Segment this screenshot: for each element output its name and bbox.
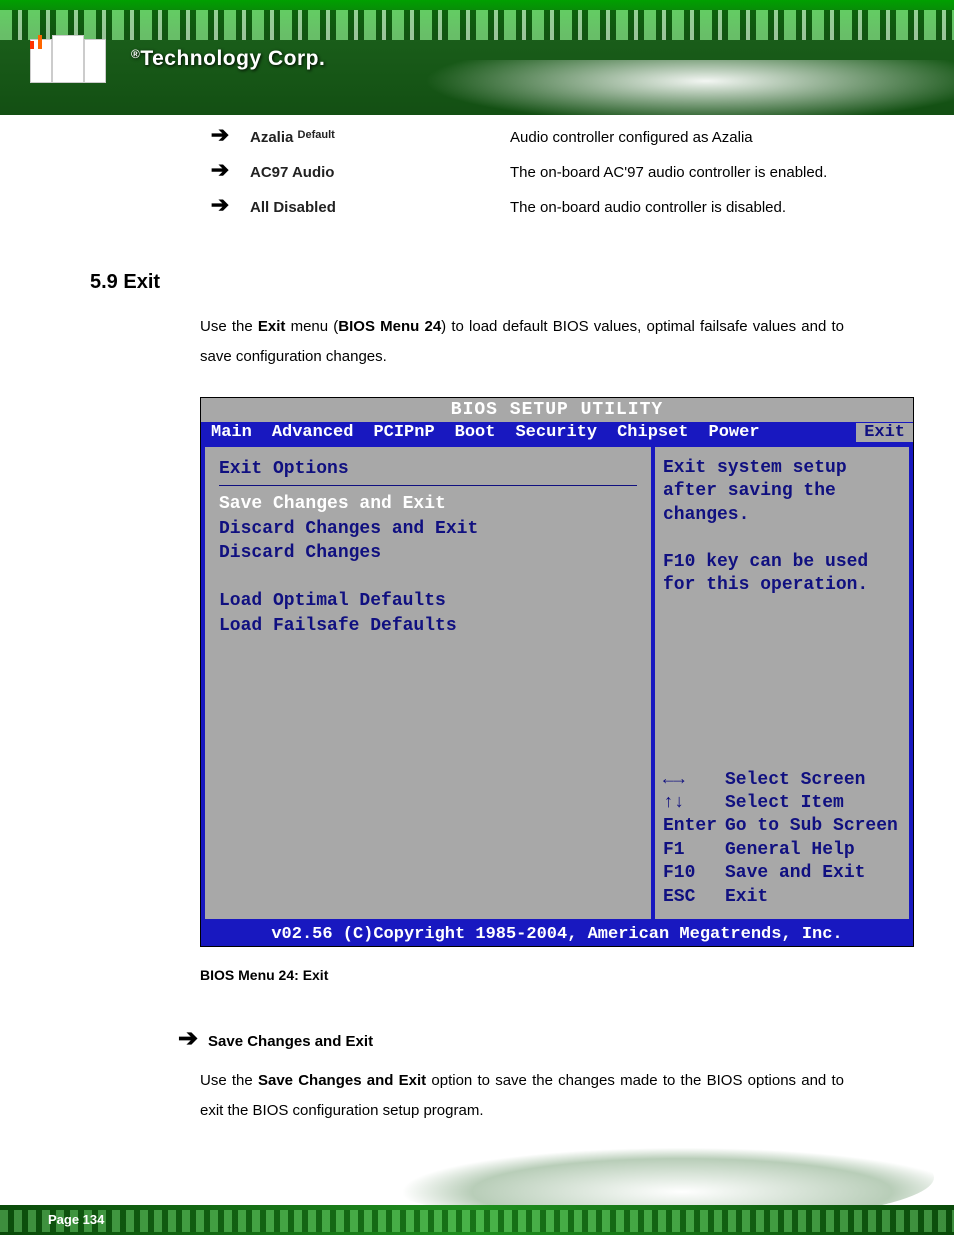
bios-menu-boot[interactable]: Boot (445, 423, 506, 442)
sub-option-heading: ➔ Save Changes and Exit (178, 1028, 864, 1050)
bios-item-discard-exit[interactable]: Discard Changes and Exit (219, 517, 637, 541)
section-heading: 5.9 Exit (90, 271, 864, 294)
swoosh-decor (334, 60, 954, 130)
sub-option-label: Save Changes and Exit (208, 1033, 373, 1050)
circuit-decor (0, 1210, 954, 1232)
arrow-right-icon: ➔ (210, 125, 230, 145)
bios-item-discard[interactable]: Discard Changes (219, 541, 637, 565)
option-desc: Audio controller configured as Azalia (510, 129, 753, 146)
option-label: Azalia Default (250, 129, 510, 146)
logo: ®Technology Corp. (30, 35, 325, 83)
option-row-disabled: ➔ All Disabled The on-board audio contro… (210, 195, 864, 216)
bios-menu-bar: Main Advanced PCIPnP Boot Security Chips… (201, 422, 913, 443)
bios-body: Exit Options Save Changes and Exit Disca… (201, 443, 913, 923)
arrows-lr-icon: ←→ (663, 769, 725, 792)
registered-icon: ® (131, 47, 140, 61)
option-desc: The on-board AC'97 audio controller is e… (510, 164, 827, 181)
bios-menu-power[interactable]: Power (699, 423, 770, 442)
logo-text: ®Technology Corp. (131, 47, 325, 71)
bios-left-heading: Exit Options (219, 457, 637, 486)
arrows-ud-icon: ↑↓ (663, 792, 725, 815)
figure-caption: BIOS Menu 24: Exit (200, 967, 864, 983)
bios-footer: v02.56 (C)Copyright 1985-2004, American … (201, 923, 913, 946)
option-row-azalia: ➔ Azalia Default Audio controller config… (210, 125, 864, 146)
bios-menu-main[interactable]: Main (201, 423, 262, 442)
bios-left-pane: Exit Options Save Changes and Exit Disca… (205, 447, 651, 919)
bios-nav-help: ←→Select Screen ↑↓Select Item EnterGo to… (663, 769, 901, 909)
page-number: Page 134 (48, 1212, 104, 1227)
option-label: All Disabled (250, 199, 510, 216)
option-label: AC97 Audio (250, 164, 510, 181)
bios-item-optimal[interactable]: Load Optimal Defaults (219, 589, 637, 613)
bios-item-save-exit[interactable]: Save Changes and Exit (219, 492, 637, 516)
bios-item-failsafe[interactable]: Load Failsafe Defaults (219, 614, 637, 638)
bios-help-text: Exit system setup after saving the chang… (663, 457, 901, 597)
bios-blank-row (219, 565, 637, 589)
bios-title-bar: BIOS SETUP UTILITY (201, 398, 913, 422)
option-row-ac97: ➔ AC97 Audio The on-board AC'97 audio co… (210, 160, 864, 181)
bios-menu-advanced[interactable]: Advanced (262, 423, 364, 442)
bios-menu-security[interactable]: Security (505, 423, 607, 442)
arrow-right-icon: ➔ (210, 160, 230, 180)
bios-menu-chipset[interactable]: Chipset (607, 423, 698, 442)
bios-right-pane: Exit system setup after saving the chang… (655, 447, 909, 919)
option-desc: The on-board audio controller is disable… (510, 199, 786, 216)
footer-banner (0, 1130, 954, 1235)
bios-menu-exit[interactable]: Exit (856, 423, 913, 442)
bios-screenshot: BIOS SETUP UTILITY Main Advanced PCIPnP … (200, 397, 914, 947)
bios-menu-pcipnp[interactable]: PCIPnP (363, 423, 444, 442)
sub-option-paragraph: Use the Save Changes and Exit option to … (200, 1066, 844, 1126)
logo-iei-icon (30, 35, 125, 83)
intro-paragraph: Use the Exit menu (BIOS Menu 24) to load… (200, 312, 844, 372)
header-banner: ®Technology Corp. (0, 0, 954, 115)
arrow-right-icon: ➔ (178, 1028, 198, 1048)
arrow-right-icon: ➔ (210, 195, 230, 215)
